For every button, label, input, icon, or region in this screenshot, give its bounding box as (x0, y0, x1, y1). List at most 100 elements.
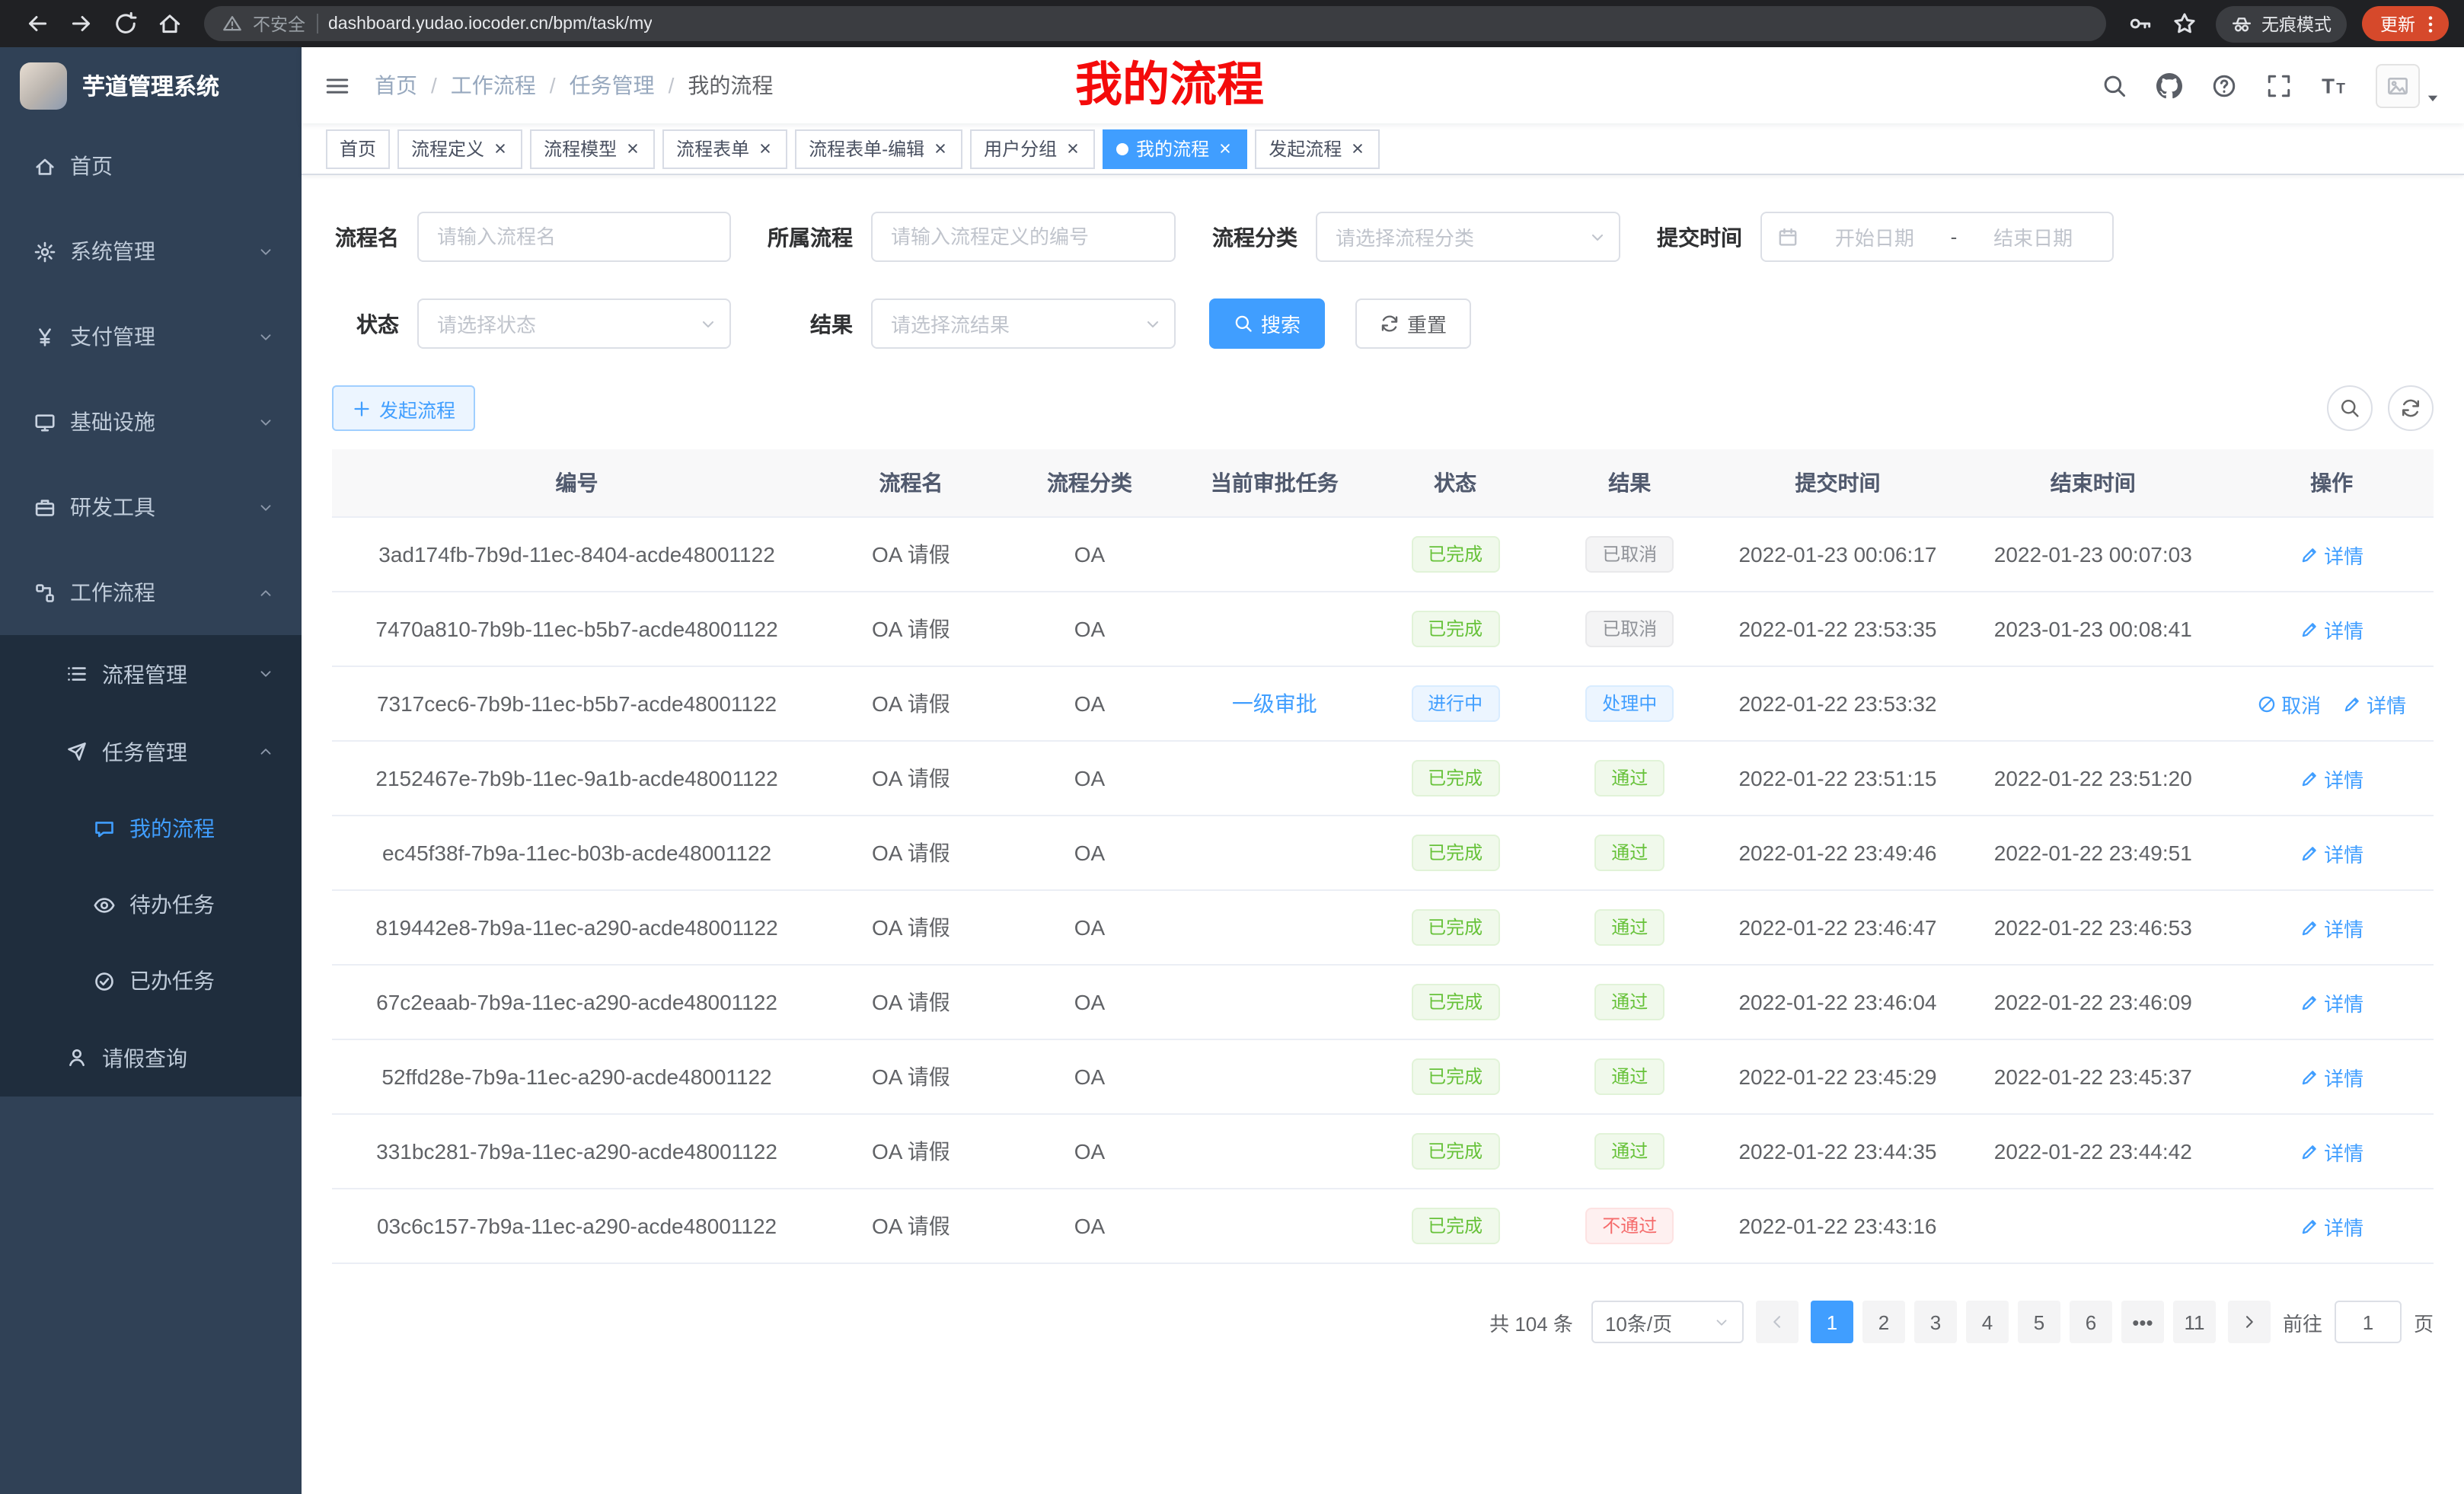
page-button-1[interactable]: 1 (1811, 1301, 1853, 1343)
bookmark-star-icon[interactable] (2172, 11, 2197, 37)
submit-time-cell: 2022-01-22 23:45:29 (1719, 1039, 1957, 1114)
sidebar-item-leave-query[interactable]: 请假查询 (0, 1019, 302, 1097)
sidebar-item-task-management[interactable]: 任务管理 (0, 713, 302, 790)
tab-close-icon[interactable] (1064, 140, 1081, 157)
browser-reload-icon[interactable] (113, 11, 139, 37)
page-button-11[interactable]: 11 (2173, 1301, 2216, 1343)
tab-my-process[interactable]: 我的流程 (1103, 129, 1247, 168)
process-name-input[interactable] (419, 213, 729, 260)
category-select[interactable]: 请选择流程分类 (1316, 212, 1620, 262)
browser-update-button[interactable]: 更新 (2362, 6, 2449, 41)
category-cell-text: OA (1074, 990, 1105, 1014)
sidebar-item-system-management[interactable]: 系统管理 (0, 209, 302, 294)
row-action-detail[interactable]: 详情 (2300, 540, 2363, 569)
status-cell: 进行中 (1370, 666, 1540, 741)
docs-help-icon[interactable] (2211, 72, 2237, 98)
address-bar[interactable]: 不安全 dashboard.yudao.iocoder.cn/bpm/task/… (204, 6, 2106, 41)
header-search-icon[interactable] (2102, 72, 2127, 98)
incognito-badge: 无痕模式 (2216, 5, 2347, 42)
row-action-detail[interactable]: 详情 (2300, 913, 2363, 942)
category-cell: OA (1001, 592, 1179, 666)
tab-close-icon[interactable] (492, 140, 509, 157)
avatar-placeholder-icon (2386, 74, 2409, 97)
status-select[interactable]: 请选择状态 (417, 298, 731, 349)
row-action-detail[interactable]: 详情 (2300, 1211, 2363, 1240)
process-definition-input[interactable] (873, 213, 1174, 260)
sidebar-item-done-task[interactable]: 已办任务 (0, 943, 302, 1019)
table-refresh-button[interactable] (2388, 385, 2434, 431)
tab-close-icon[interactable] (757, 140, 774, 157)
tab-start-process[interactable]: 发起流程 (1255, 129, 1380, 168)
category-cell: OA (1001, 816, 1179, 890)
browser-forward-icon[interactable] (69, 11, 94, 37)
page-button-5[interactable]: 5 (2018, 1301, 2060, 1343)
breadcrumb-item[interactable]: 任务管理 (570, 70, 655, 101)
next-page-button[interactable] (2228, 1301, 2271, 1343)
more-pages-button[interactable]: ••• (2121, 1301, 2164, 1343)
tab-close-icon[interactable] (932, 140, 949, 157)
reset-button[interactable]: 重置 (1355, 298, 1471, 349)
row-action-detail[interactable]: 详情 (2300, 764, 2363, 793)
chevron-down-icon (257, 328, 274, 345)
fullscreen-icon[interactable] (2266, 72, 2292, 98)
table-row: 2152467e-7b9b-11ec-9a1b-acde48001122OA 请… (332, 741, 2434, 816)
font-size-icon[interactable]: TT (2321, 72, 2347, 98)
goto-page-input[interactable] (2335, 1301, 2402, 1343)
sidebar-item-home[interactable]: 首页 (0, 123, 302, 209)
result-select[interactable]: 请选择流结果 (871, 298, 1176, 349)
category-cell: OA (1001, 1114, 1179, 1189)
row-action-detail[interactable]: 详情 (2342, 689, 2406, 718)
tab-process-definition[interactable]: 流程定义 (397, 129, 522, 168)
row-action-detail[interactable]: 详情 (2300, 1062, 2363, 1091)
page-size-select[interactable]: 10条/页 (1591, 1301, 1744, 1343)
breadcrumb-item[interactable]: 首页 (375, 70, 417, 101)
sidebar-item-my-process[interactable]: 我的流程 (0, 790, 302, 867)
url-text: dashboard.yudao.iocoder.cn/bpm/task/my (328, 14, 653, 33)
tab-close-icon[interactable] (624, 140, 641, 157)
tab-close-icon[interactable] (1349, 140, 1366, 157)
user-menu[interactable] (2376, 63, 2441, 107)
browser-menu-icon[interactable] (2420, 13, 2441, 34)
sidebar-item-workflow[interactable]: 工作流程 (0, 550, 302, 635)
page-button-2[interactable]: 2 (1862, 1301, 1905, 1343)
sidebar-item-payment-management[interactable]: 支付管理 (0, 294, 302, 379)
sidebar-item-dev-tools[interactable]: 研发工具 (0, 464, 302, 550)
tab-process-form[interactable]: 流程表单 (662, 129, 787, 168)
category-cell-text: OA (1074, 1065, 1105, 1089)
sidebar-item-process-management[interactable]: 流程管理 (0, 635, 302, 713)
sidebar-item-infrastructure[interactable]: 基础设施 (0, 379, 302, 464)
ban-icon (2257, 694, 2277, 713)
breadcrumb-item[interactable]: 工作流程 (451, 70, 536, 101)
page-button-6[interactable]: 6 (2070, 1301, 2112, 1343)
tab-user-group[interactable]: 用户分组 (970, 129, 1095, 168)
user-avatar[interactable] (2376, 63, 2420, 107)
password-key-icon[interactable] (2127, 11, 2153, 37)
browser-back-icon[interactable] (24, 11, 50, 37)
row-action-detail[interactable]: 详情 (2300, 615, 2363, 643)
sidebar-toggle-icon[interactable] (324, 72, 350, 98)
status-cell: 已完成 (1370, 816, 1540, 890)
sidebar-item-label: 系统管理 (70, 236, 257, 267)
browser-home-icon[interactable] (157, 11, 183, 37)
github-icon[interactable] (2156, 72, 2182, 98)
user-menu-caret-icon[interactable] (2424, 89, 2441, 106)
row-action-detail[interactable]: 详情 (2300, 1137, 2363, 1166)
prev-page-button[interactable] (1756, 1301, 1799, 1343)
tab-home[interactable]: 首页 (326, 129, 390, 168)
table-search-button[interactable] (2327, 385, 2373, 431)
tab-close-icon[interactable] (1217, 140, 1234, 157)
row-action-detail[interactable]: 详情 (2300, 838, 2363, 867)
tab-process-model[interactable]: 流程模型 (530, 129, 655, 168)
current-task-link[interactable]: 一级审批 (1232, 691, 1317, 716)
row-action-cancel[interactable]: 取消 (2257, 689, 2321, 718)
search-button[interactable]: 搜索 (1209, 298, 1325, 349)
page-button-3[interactable]: 3 (1914, 1301, 1957, 1343)
start-process-button[interactable]: 发起流程 (332, 385, 475, 431)
process-id-cell-text: 67c2eaab-7b9a-11ec-a290-acde48001122 (376, 990, 777, 1014)
submit-time-range[interactable]: 开始日期 - 结束日期 (1760, 212, 2114, 262)
page-button-4[interactable]: 4 (1966, 1301, 2009, 1343)
tab-process-form-edit[interactable]: 流程表单-编辑 (795, 129, 962, 168)
sidebar-item-todo-task[interactable]: 待办任务 (0, 867, 302, 943)
row-action-detail[interactable]: 详情 (2300, 988, 2363, 1017)
table-row: 3ad174fb-7b9d-11ec-8404-acde48001122OA 请… (332, 517, 2434, 592)
